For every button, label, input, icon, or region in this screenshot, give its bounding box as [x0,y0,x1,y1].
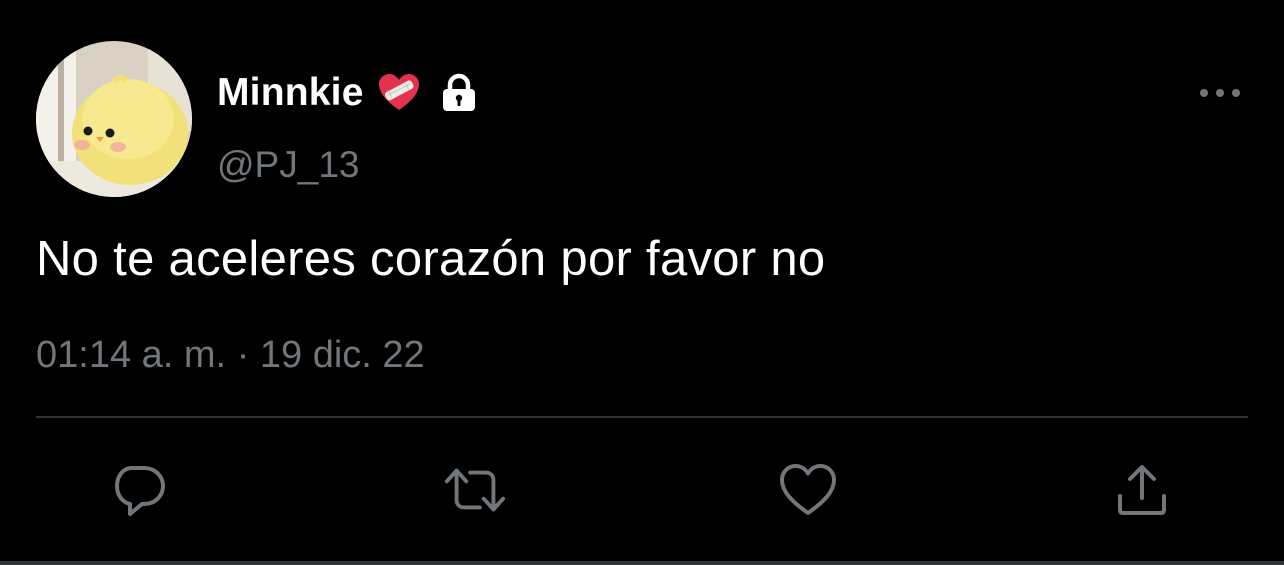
speech-bubble-icon [115,466,165,516]
timestamp-separator: · [236,334,250,376]
tweet-date[interactable]: 19 dic. 22 [260,334,425,376]
more-dots-icon[interactable] [1196,78,1244,108]
tweet-time[interactable]: 01:14 a. m. [36,334,226,376]
share-upload-icon [1118,465,1166,515]
lock-icon [438,73,480,113]
divider [36,416,1248,418]
like-button[interactable] [776,458,840,522]
tweet-text: No te aceleres corazón por favor no [36,232,826,286]
heart-outline-icon [780,464,836,515]
user-handle[interactable]: @PJ_13 [217,144,359,186]
mending-heart-icon [378,73,420,113]
reply-button[interactable] [108,458,172,522]
display-name: Minnkie [217,71,364,114]
retweet-button[interactable] [443,458,507,522]
user-name-row[interactable]: Minnkie [217,68,480,118]
avatar[interactable] [36,41,192,197]
chick-plush-image [36,41,192,197]
share-button[interactable] [1110,458,1174,522]
bottom-border [0,561,1284,565]
retweet-arrows-icon [444,468,506,512]
tweet-timestamp: 01:14 a. m. · 19 dic. 22 [36,334,425,377]
tweet-container: Minnkie @PJ_13 No te aceleres corazón po… [0,0,1284,565]
